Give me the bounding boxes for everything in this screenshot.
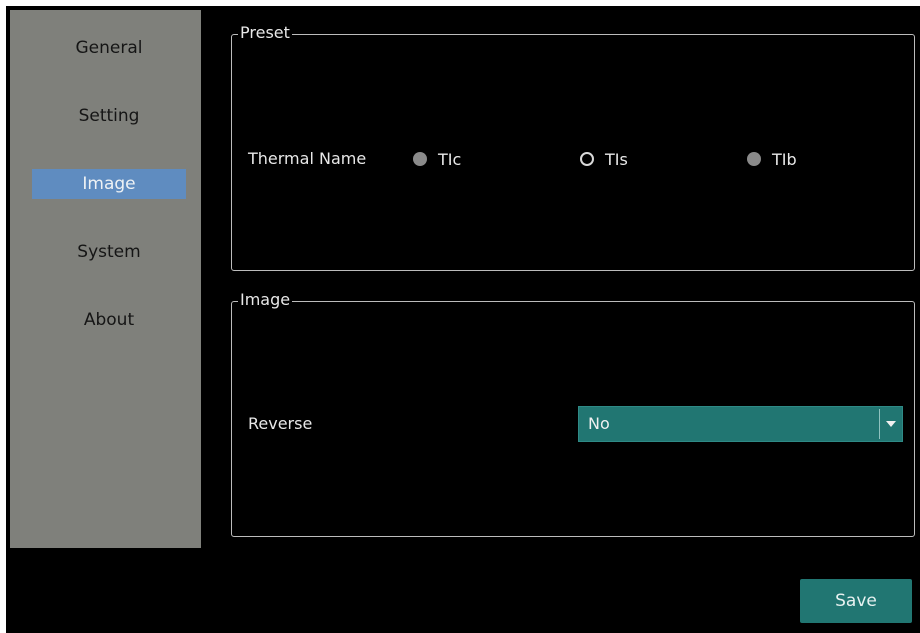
sidebar: General Setting Image System About	[10, 10, 201, 548]
sidebar-item-image[interactable]: Image	[32, 169, 186, 199]
reverse-select-value: No	[588, 414, 610, 433]
image-group-title: Image	[238, 290, 293, 310]
sidebar-item-system[interactable]: System	[32, 237, 186, 267]
radio-tic[interactable]: TIc	[413, 149, 461, 169]
radio-tib-indicator	[747, 152, 761, 166]
sidebar-item-about[interactable]: About	[32, 305, 186, 335]
radio-tib-label: TIb	[772, 149, 797, 169]
sidebar-item-setting[interactable]: Setting	[32, 101, 186, 131]
radio-tis[interactable]: TIs	[580, 149, 628, 169]
select-divider	[879, 409, 880, 439]
sidebar-item-general[interactable]: General	[32, 33, 186, 63]
radio-tib[interactable]: TIb	[747, 149, 797, 169]
settings-screen: General Setting Image System About Prese…	[6, 6, 920, 633]
radio-tic-label: TIc	[438, 149, 462, 169]
chevron-down-icon[interactable]	[886, 421, 896, 427]
thermal-name-label: Thermal Name	[248, 149, 367, 168]
radio-tis-label: TIs	[605, 149, 628, 169]
radio-tis-indicator	[580, 152, 594, 166]
reverse-select[interactable]: No	[578, 406, 903, 442]
image-group: Image Reverse No	[231, 290, 915, 537]
preset-group-title: Preset	[238, 23, 292, 43]
radio-tic-indicator	[413, 152, 427, 166]
reverse-label: Reverse	[248, 414, 313, 433]
save-button[interactable]: Save	[800, 579, 912, 623]
preset-group: Preset Thermal Name TIc TIs TIb	[231, 23, 915, 271]
